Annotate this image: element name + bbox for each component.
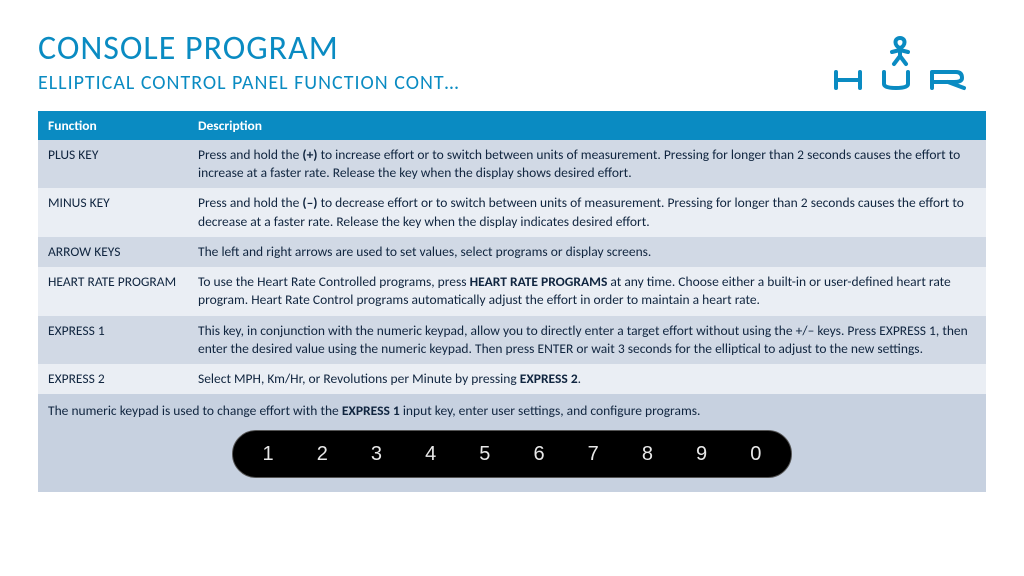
page-title: CONSOLE PROGRAM (38, 28, 828, 69)
table-row: EXPRESS 1This key, in conjunction with t… (38, 316, 986, 364)
footnote-cell: The numeric keypad is used to change eff… (38, 394, 986, 492)
keypad-key[interactable]: 4 (413, 441, 449, 468)
keypad-key[interactable]: 1 (250, 441, 286, 468)
numeric-keypad: 1234567890 (232, 430, 792, 478)
cell-description: Press and hold the (–) to decrease effor… (188, 188, 986, 236)
keypad-key[interactable]: 0 (738, 441, 774, 468)
table-row: EXPRESS 2Select MPH, Km/Hr, or Revolutio… (38, 364, 986, 394)
keypad-key[interactable]: 7 (575, 441, 611, 468)
table-row: PLUS KEYPress and hold the (+) to increa… (38, 140, 986, 188)
cell-function: HEART RATE PROGRAM (38, 267, 188, 315)
table-row: ARROW KEYSThe left and right arrows are … (38, 237, 986, 267)
footnote-text: The numeric keypad is used to change eff… (48, 402, 976, 430)
cell-description: This key, in conjunction with the numeri… (188, 316, 986, 364)
cell-description: Select MPH, Km/Hr, or Revolutions per Mi… (188, 364, 986, 394)
col-description: Description (188, 111, 986, 140)
cell-function: ARROW KEYS (38, 237, 188, 267)
table-row: MINUS KEYPress and hold the (–) to decre… (38, 188, 986, 236)
keypad-key[interactable]: 5 (467, 441, 503, 468)
keypad-key[interactable]: 9 (684, 441, 720, 468)
cell-description: Press and hold the (+) to increase effor… (188, 140, 986, 188)
col-function: Function (38, 111, 188, 140)
page-header: CONSOLE PROGRAM ELLIPTICAL CONTROL PANEL… (0, 0, 1024, 99)
keypad-key[interactable]: 2 (304, 441, 340, 468)
cell-function: EXPRESS 2 (38, 364, 188, 394)
cell-function: MINUS KEY (38, 188, 188, 236)
cell-description: The left and right arrows are used to se… (188, 237, 986, 267)
table-row: HEART RATE PROGRAMTo use the Heart Rate … (38, 267, 986, 315)
keypad-key[interactable]: 3 (358, 441, 394, 468)
keypad-key[interactable]: 8 (629, 441, 665, 468)
cell-description: To use the Heart Rate Controlled program… (188, 267, 986, 315)
cell-function: EXPRESS 1 (38, 316, 188, 364)
brand-logo (828, 28, 986, 92)
keypad-key[interactable]: 6 (521, 441, 557, 468)
page-subtitle: ELLIPTICAL CONTROL PANEL FUNCTION CONT… (38, 71, 828, 95)
function-table: Function Description PLUS KEYPress and h… (38, 111, 986, 492)
table-footnote-row: The numeric keypad is used to change eff… (38, 394, 986, 492)
cell-function: PLUS KEY (38, 140, 188, 188)
